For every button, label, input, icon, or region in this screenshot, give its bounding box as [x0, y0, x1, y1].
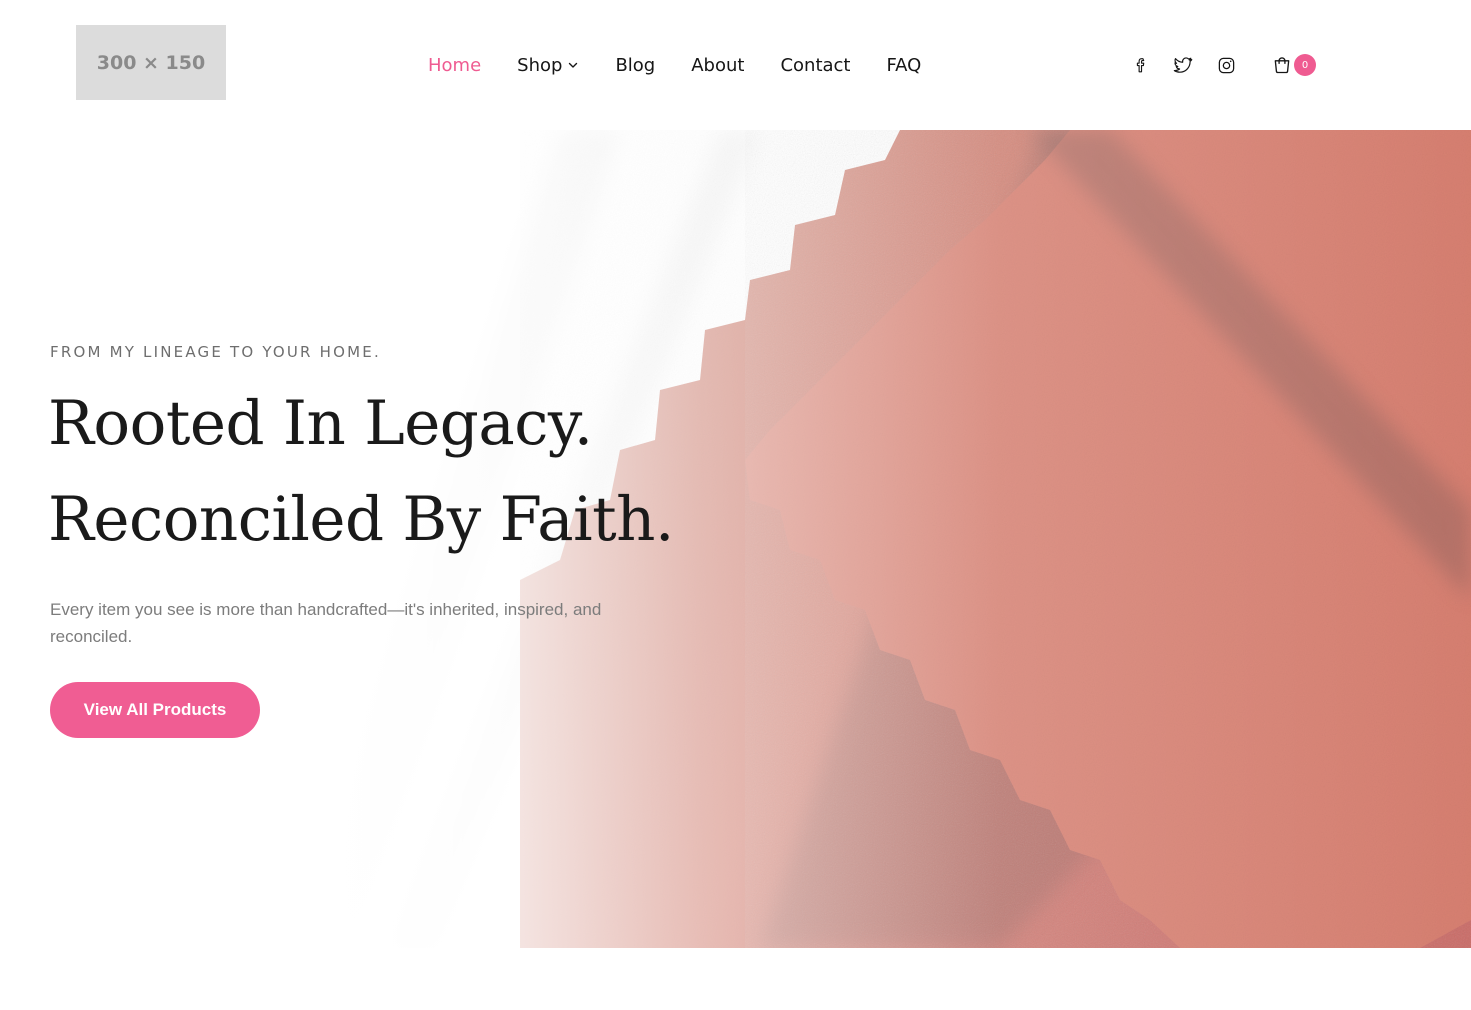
- nav-contact-label: Contact: [780, 54, 851, 76]
- view-all-products-button[interactable]: View All Products: [50, 682, 260, 738]
- site-header: 300 × 150 Home Shop Blog About Contact F…: [0, 0, 1471, 130]
- hero-section: FROM MY LINEAGE TO YOUR HOME. Rooted In …: [0, 130, 1471, 948]
- twitter-link[interactable]: [1172, 54, 1194, 76]
- instagram-icon: [1218, 57, 1234, 73]
- nav-blog[interactable]: Blog: [615, 55, 655, 76]
- facebook-icon: [1136, 58, 1145, 73]
- hero-eyebrow: FROM MY LINEAGE TO YOUR HOME.: [50, 343, 381, 361]
- nav-blog-label: Blog: [615, 54, 656, 76]
- nav-about-label: About: [691, 54, 745, 76]
- hero-headline-line-1: Rooted In Legacy.: [48, 388, 593, 459]
- nav-shop[interactable]: Shop: [517, 55, 579, 76]
- facebook-link[interactable]: [1130, 54, 1152, 76]
- nav-about[interactable]: About: [691, 55, 744, 76]
- view-all-products-label: View All Products: [83, 700, 227, 719]
- nav-contact[interactable]: Contact: [780, 55, 850, 76]
- main-nav: Home Shop Blog About Contact FAQ: [428, 52, 921, 78]
- cart-count-badge: 0: [1294, 54, 1316, 76]
- instagram-link[interactable]: [1215, 54, 1237, 76]
- nav-home-label: Home: [428, 54, 482, 76]
- hero-headline: Rooted In Legacy. Reconciled By Faith.: [48, 376, 748, 568]
- hero-headline-line-2: Reconciled By Faith.: [48, 484, 674, 555]
- cart-button[interactable]: 0: [1272, 54, 1318, 78]
- nav-faq-label: FAQ: [886, 54, 922, 76]
- site-logo[interactable]: 300 × 150: [76, 25, 226, 100]
- nav-shop-label: Shop: [517, 54, 563, 76]
- twitter-icon: [1173, 57, 1193, 73]
- nav-home[interactable]: Home: [428, 55, 481, 76]
- chevron-down-icon: [569, 62, 578, 68]
- nav-faq[interactable]: FAQ: [886, 55, 921, 76]
- cart-icon: [1274, 57, 1290, 74]
- hero-subtext: Every item you see is more than handcraf…: [50, 600, 602, 646]
